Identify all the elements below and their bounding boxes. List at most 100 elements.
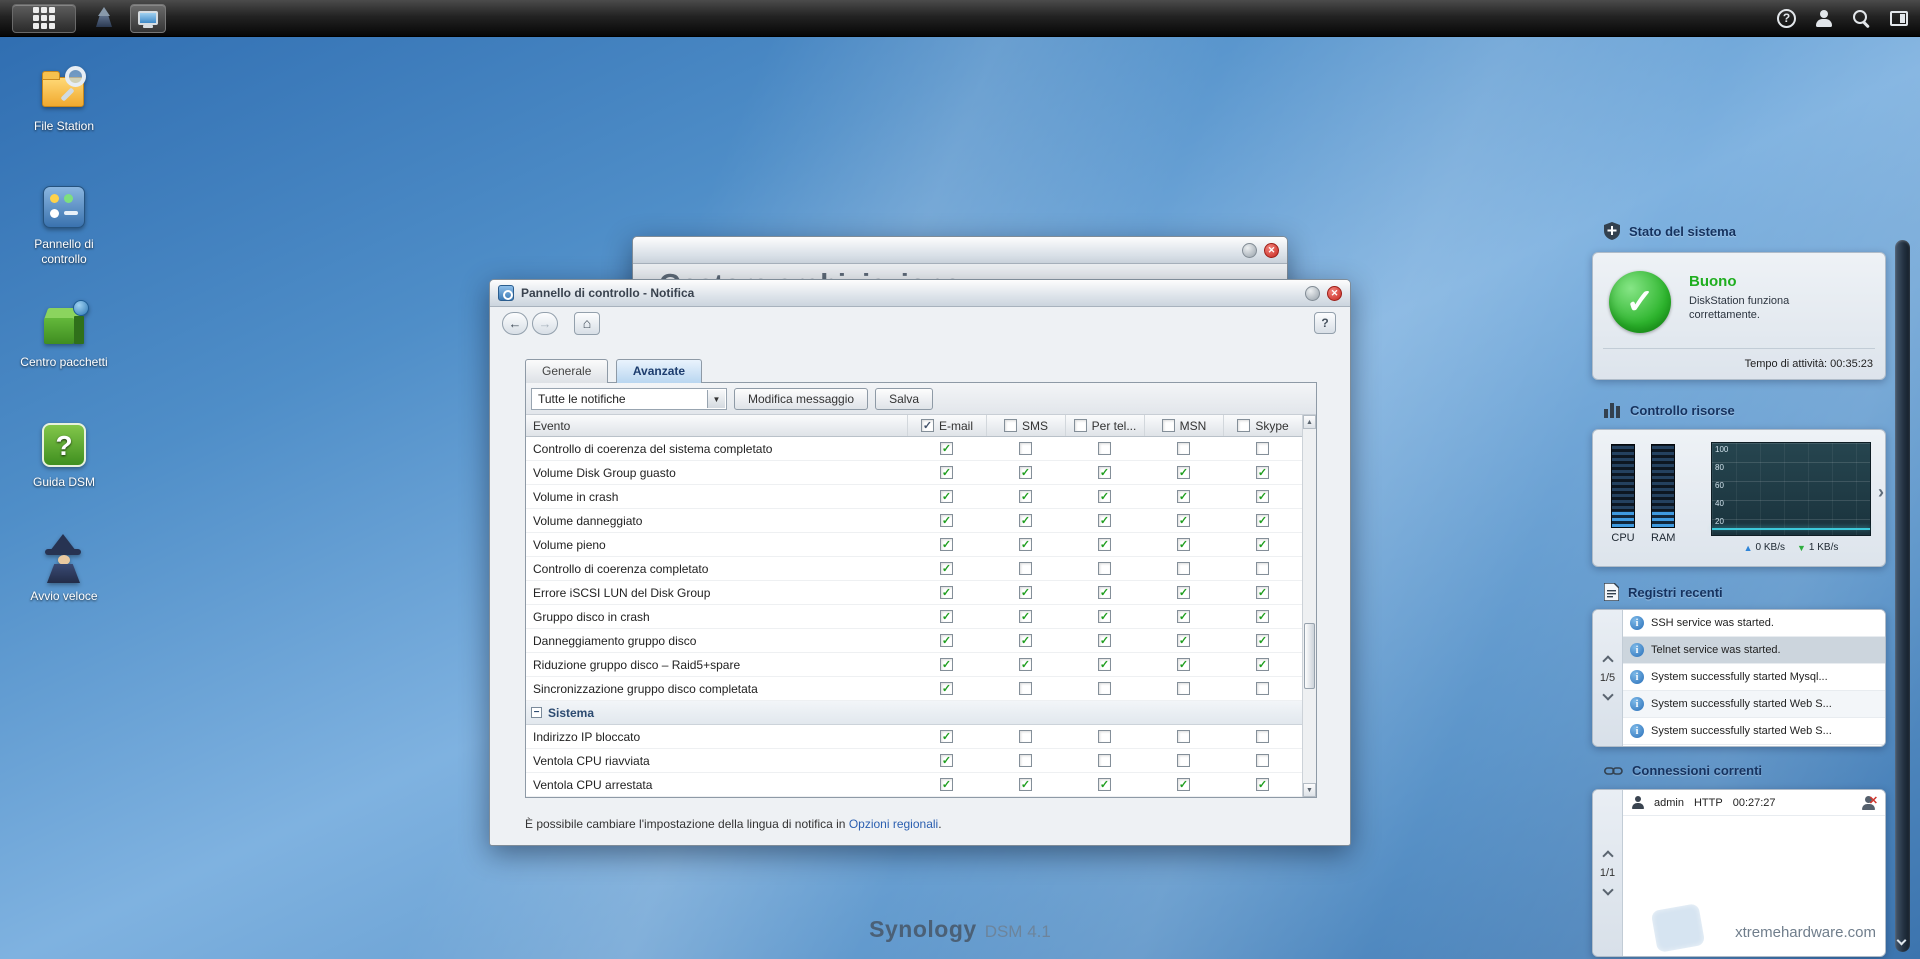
desktop-icon-quick-start[interactable]: Avvio veloce [12, 534, 116, 604]
notification-checkbox[interactable] [1098, 442, 1111, 455]
notification-checkbox[interactable] [940, 778, 953, 791]
channel-select-all-checkbox[interactable] [920, 419, 934, 432]
notification-checkbox[interactable] [1256, 610, 1269, 623]
notification-checkbox[interactable] [1177, 562, 1190, 575]
notification-checkbox[interactable] [1098, 658, 1111, 671]
notification-checkbox[interactable] [1177, 682, 1190, 695]
notification-checkbox[interactable] [1177, 658, 1190, 671]
window-help-button[interactable]: ? [1314, 312, 1336, 334]
notification-checkbox[interactable] [1019, 778, 1032, 791]
notification-checkbox[interactable] [1019, 490, 1032, 503]
notification-checkbox[interactable] [1098, 754, 1111, 767]
notification-checkbox[interactable] [1177, 778, 1190, 791]
notification-checkbox[interactable] [1098, 610, 1111, 623]
notification-checkbox[interactable] [1019, 442, 1032, 455]
notification-checkbox[interactable] [940, 490, 953, 503]
notification-checkbox[interactable] [1177, 442, 1190, 455]
notification-checkbox[interactable] [940, 730, 953, 743]
notification-checkbox[interactable] [1098, 466, 1111, 479]
page-down-chevron-icon[interactable] [1601, 689, 1614, 701]
minimize-button[interactable] [1242, 242, 1257, 258]
scroll-down-arrow-icon[interactable]: ▼ [1303, 783, 1316, 797]
notification-checkbox[interactable] [1098, 586, 1111, 599]
page-up-chevron-icon[interactable] [1601, 850, 1614, 862]
notification-checkbox[interactable] [1019, 466, 1032, 479]
notification-checkbox[interactable] [1098, 514, 1111, 527]
notification-checkbox[interactable] [1019, 610, 1032, 623]
channel-select-all-checkbox[interactable] [1237, 419, 1251, 432]
notification-checkbox[interactable] [940, 610, 953, 623]
channel-select-all-checkbox[interactable] [1161, 419, 1175, 432]
storage-manager-titlebar[interactable] [633, 237, 1287, 264]
channel-select-all-checkbox[interactable] [1073, 419, 1087, 432]
notification-checkbox[interactable] [1177, 634, 1190, 647]
collapse-icon[interactable] [531, 707, 542, 718]
notification-checkbox[interactable] [1177, 538, 1190, 551]
back-button[interactable]: ← [502, 312, 528, 335]
widget-panel-scrollbar[interactable] [1895, 240, 1910, 952]
help-icon[interactable]: ? [1777, 8, 1796, 28]
page-down-chevron-icon[interactable] [1601, 884, 1614, 896]
notification-checkbox[interactable] [1256, 634, 1269, 647]
notification-checkbox[interactable] [1019, 730, 1032, 743]
taskbar-show-desktop-button[interactable] [130, 3, 166, 33]
notification-checkbox[interactable] [1098, 562, 1111, 575]
widgets-panel-icon[interactable] [1890, 10, 1908, 26]
notification-checkbox[interactable] [1177, 466, 1190, 479]
notification-checkbox[interactable] [1256, 682, 1269, 695]
taskbar-quick-launch-app[interactable] [86, 4, 122, 33]
notification-checkbox[interactable] [1256, 754, 1269, 767]
notification-checkbox[interactable] [1019, 634, 1032, 647]
notification-checkbox[interactable] [940, 658, 953, 671]
notification-checkbox[interactable] [1177, 754, 1190, 767]
regional-options-link[interactable]: Opzioni regionali [849, 817, 938, 831]
log-entry[interactable]: Telnet service was started. [1623, 637, 1885, 664]
desktop-icon-control-panel[interactable]: Pannello di controllo [12, 182, 116, 267]
notification-checkbox[interactable] [1098, 634, 1111, 647]
notification-checkbox[interactable] [940, 634, 953, 647]
table-section-row[interactable]: Sistema [526, 701, 1302, 725]
notification-checkbox[interactable] [940, 754, 953, 767]
notification-checkbox[interactable] [1177, 514, 1190, 527]
desktop-icon-file-station[interactable]: File Station [12, 64, 116, 134]
notification-filter-dropdown[interactable]: Tutte le notifiche ▼ [531, 387, 727, 410]
notification-checkbox[interactable] [1019, 682, 1032, 695]
close-button[interactable] [1327, 285, 1342, 301]
scrollbar-thumb[interactable] [1304, 623, 1315, 689]
notification-checkbox[interactable] [1256, 658, 1269, 671]
notification-checkbox[interactable] [1098, 730, 1111, 743]
notification-checkbox[interactable] [1256, 586, 1269, 599]
notification-checkbox[interactable] [940, 682, 953, 695]
notification-checkbox[interactable] [1019, 538, 1032, 551]
notification-checkbox[interactable] [1019, 658, 1032, 671]
connection-row[interactable]: admin HTTP 00:27:27 ✕ [1623, 790, 1885, 816]
kick-connection-icon[interactable]: ✕ [1861, 795, 1878, 810]
page-up-chevron-icon[interactable] [1601, 655, 1614, 667]
notification-checkbox[interactable] [1019, 754, 1032, 767]
notification-checkbox[interactable] [1098, 538, 1111, 551]
notification-checkbox[interactable] [1256, 466, 1269, 479]
notification-checkbox[interactable] [1256, 562, 1269, 575]
notification-checkbox[interactable] [940, 586, 953, 599]
notification-checkbox[interactable] [1256, 490, 1269, 503]
notification-checkbox[interactable] [1177, 586, 1190, 599]
notification-checkbox[interactable] [1019, 514, 1032, 527]
notification-checkbox[interactable] [1098, 778, 1111, 791]
minimize-button[interactable] [1305, 285, 1320, 301]
log-entry[interactable]: System successfully started Mysql... [1623, 664, 1885, 691]
notification-checkbox[interactable] [1098, 682, 1111, 695]
tab-avanzate[interactable]: Avanzate [615, 359, 703, 383]
desktop-icon-package-center[interactable]: Centro pacchetti [12, 300, 116, 370]
notification-checkbox[interactable] [940, 514, 953, 527]
channel-select-all-checkbox[interactable] [1003, 419, 1017, 432]
notification-checkbox[interactable] [1256, 730, 1269, 743]
notification-checkbox[interactable] [1177, 490, 1190, 503]
notification-checkbox[interactable] [1098, 490, 1111, 503]
user-icon[interactable] [1816, 9, 1832, 27]
edit-message-button[interactable]: Modifica messaggio [734, 387, 869, 410]
notification-checkbox[interactable] [940, 562, 953, 575]
notification-checkbox[interactable] [940, 466, 953, 479]
panel-scroll-down-chevron-icon[interactable] [1896, 935, 1907, 946]
resource-next-chevron-icon[interactable]: › [1878, 482, 1884, 503]
notification-checkbox[interactable] [1177, 730, 1190, 743]
